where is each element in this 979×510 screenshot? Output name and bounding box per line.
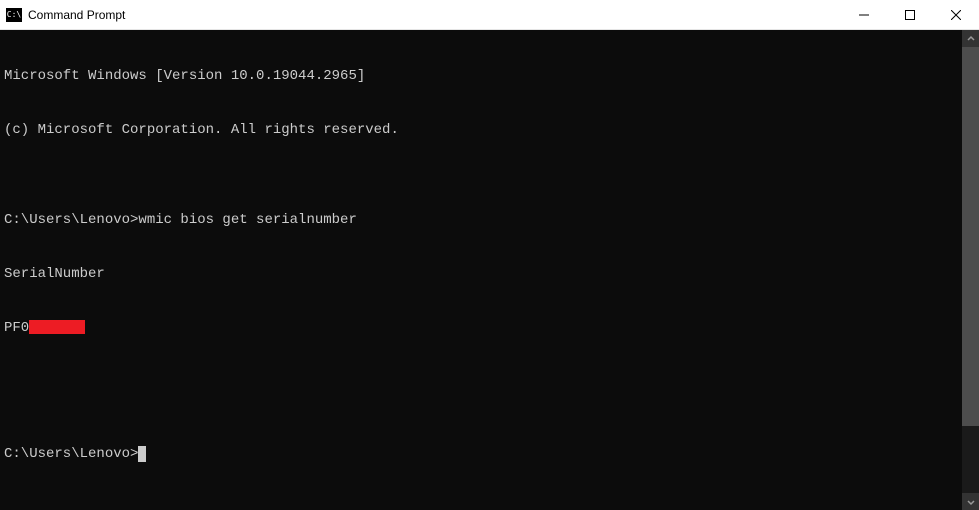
scroll-track[interactable] [962, 47, 979, 493]
terminal-wrapper: Microsoft Windows [Version 10.0.19044.29… [0, 30, 979, 510]
prompt-path: C:\Users\Lenovo> [4, 446, 138, 462]
window-titlebar: C:\ Command Prompt [0, 0, 979, 30]
scroll-up-button[interactable] [962, 30, 979, 47]
maximize-button[interactable] [887, 0, 933, 29]
command-line-1: C:\Users\Lenovo>wmic bios get serialnumb… [4, 211, 958, 229]
minimize-button[interactable] [841, 0, 887, 29]
scroll-thumb[interactable] [962, 47, 979, 426]
maximize-icon [905, 10, 915, 20]
serial-prefix: PF0 [4, 320, 29, 336]
copyright-line: (c) Microsoft Corporation. All rights re… [4, 121, 958, 139]
titlebar-left: C:\ Command Prompt [6, 8, 125, 22]
close-icon [951, 10, 961, 20]
minimize-icon [859, 10, 869, 20]
output-header: SerialNumber [4, 265, 958, 283]
cursor [138, 446, 146, 462]
window-controls [841, 0, 979, 29]
chevron-down-icon [967, 498, 975, 506]
redaction-block [29, 320, 85, 334]
scroll-down-button[interactable] [962, 493, 979, 510]
cmd-icon: C:\ [6, 8, 22, 22]
command-line-2: C:\Users\Lenovo> [4, 445, 958, 463]
prompt-command: wmic bios get serialnumber [138, 212, 356, 228]
vertical-scrollbar[interactable] [962, 30, 979, 510]
terminal-output[interactable]: Microsoft Windows [Version 10.0.19044.29… [0, 30, 962, 510]
version-line: Microsoft Windows [Version 10.0.19044.29… [4, 67, 958, 85]
window-title: Command Prompt [28, 8, 125, 22]
output-serial: PF0 [4, 319, 958, 337]
close-button[interactable] [933, 0, 979, 29]
chevron-up-icon [967, 35, 975, 43]
prompt-path: C:\Users\Lenovo> [4, 212, 138, 228]
